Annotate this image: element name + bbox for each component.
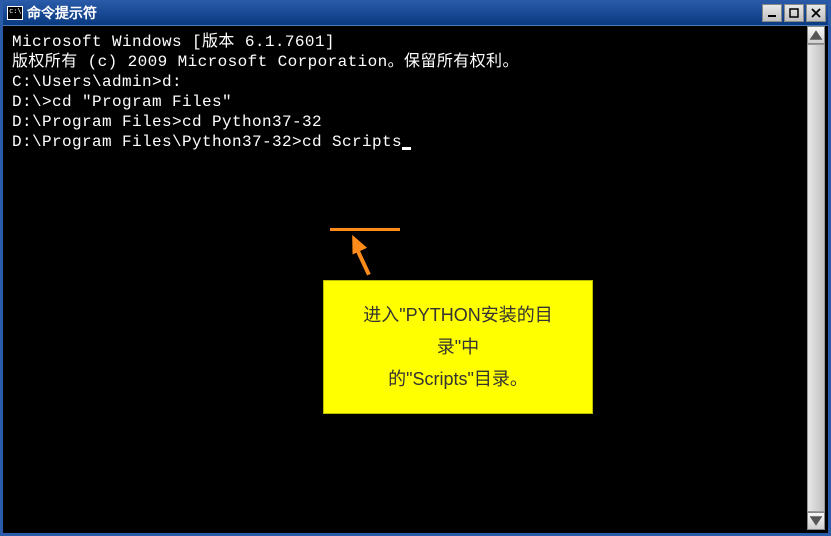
maximize-icon <box>788 7 800 19</box>
output-line: 版权所有 (c) 2009 Microsoft Corporation。保留所有… <box>12 52 819 72</box>
output-line: Microsoft Windows [版本 6.1.7601] <box>12 32 819 52</box>
command-prompt-window: 命令提示符 Microsoft Windows [版本 6.1.7601] 版权… <box>0 0 831 536</box>
vertical-scrollbar[interactable] <box>807 26 825 530</box>
close-icon <box>810 7 822 19</box>
app-icon <box>7 6 23 20</box>
window-controls <box>762 4 826 22</box>
chevron-down-icon <box>808 513 824 529</box>
scrollbar-track[interactable] <box>807 44 825 512</box>
output-line: C:\Users\admin>d: <box>12 72 819 92</box>
terminal-output[interactable]: Microsoft Windows [版本 6.1.7601] 版权所有 (c)… <box>6 26 825 530</box>
annotation-callout: 进入"PYTHON安装的目录"中 的"Scripts"目录。 <box>323 280 593 414</box>
current-command: D:\Program Files\Python37-32>cd Scripts <box>12 133 402 151</box>
titlebar[interactable]: 命令提示符 <box>3 0 828 26</box>
chevron-up-icon <box>808 27 824 43</box>
cursor-icon <box>402 147 411 150</box>
prompt-line: D:\Program Files\Python37-32>cd Scripts <box>12 132 819 152</box>
close-button[interactable] <box>806 4 826 22</box>
output-line: D:\Program Files>cd Python37-32 <box>12 112 819 132</box>
minimize-button[interactable] <box>762 4 782 22</box>
minimize-icon <box>766 7 778 19</box>
maximize-button[interactable] <box>784 4 804 22</box>
window-title: 命令提示符 <box>27 3 762 23</box>
annotation-underline <box>330 228 400 231</box>
scroll-up-button[interactable] <box>807 26 825 44</box>
callout-line: 进入"PYTHON安装的目录"中 <box>346 299 570 363</box>
scrollbar-thumb[interactable] <box>807 44 825 512</box>
output-line: D:\>cd "Program Files" <box>12 92 819 112</box>
callout-line: 的"Scripts"目录。 <box>346 363 570 395</box>
scroll-down-button[interactable] <box>807 512 825 530</box>
